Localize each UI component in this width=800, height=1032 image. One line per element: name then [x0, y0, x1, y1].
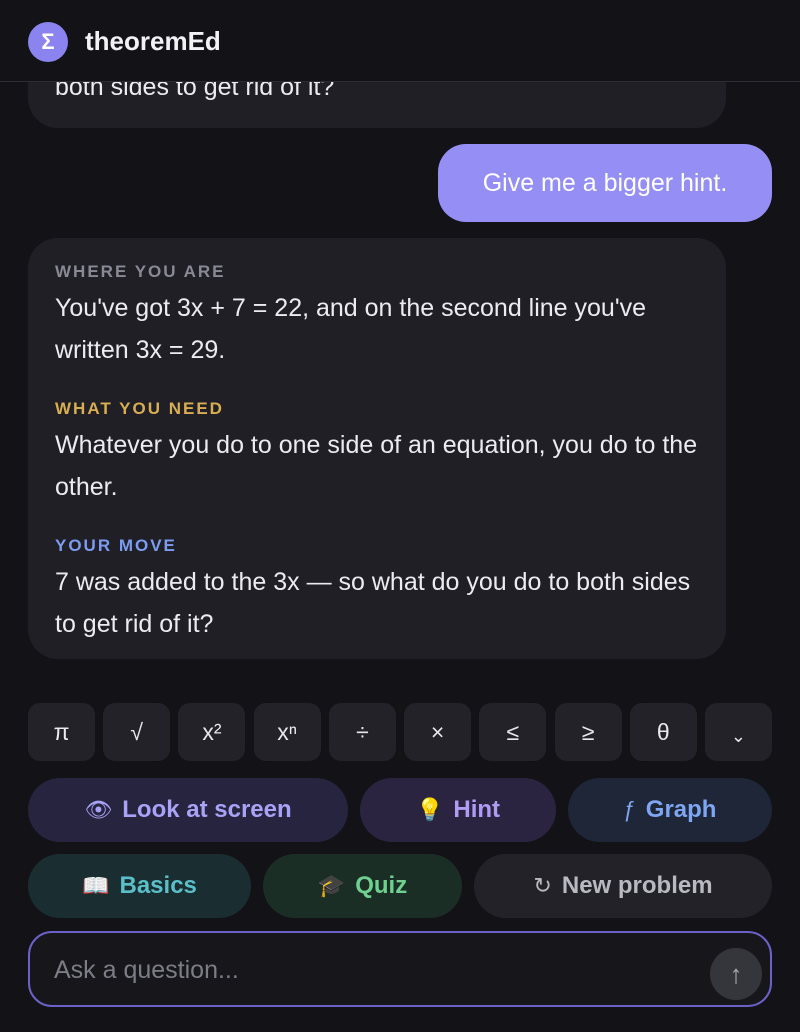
your-move-label: YOUR MOVE [55, 536, 177, 555]
key-power[interactable]: xⁿ [253, 703, 321, 761]
graph-button[interactable]: ƒ Graph [568, 778, 772, 842]
basics-button[interactable]: 📖 Basics [28, 854, 251, 918]
composer: ↑ [28, 931, 772, 1007]
key-pi[interactable]: π [28, 703, 95, 761]
key-theta[interactable]: θ [629, 703, 697, 761]
key-squared[interactable]: x² [178, 703, 246, 761]
graph-label: Graph [645, 796, 717, 823]
send-arrow-icon[interactable]: ↑ [710, 948, 762, 1000]
function-icon: ƒ [623, 797, 636, 822]
look-at-screen-button[interactable]: 👁 Look at screen [28, 778, 348, 842]
key-sqrt[interactable]: √ [103, 703, 171, 761]
new-problem-label: New problem [561, 872, 713, 899]
look-at-screen-label: Look at screen [122, 796, 292, 823]
app-title: theoremEd [85, 26, 221, 56]
hint-label: Hint [453, 796, 501, 823]
what-you-need-text: Whatever you do to one side of an equati… [55, 431, 698, 501]
basics-label: Basics [119, 872, 197, 899]
graduation-cap-icon: 🎓 [317, 873, 346, 898]
ai-hint-message: WHERE YOU ARE You've got 3x + 7 = 22, an… [28, 238, 726, 659]
quiz-button[interactable]: 🎓 Quiz [263, 854, 462, 918]
eye-icon: 👁 [84, 797, 113, 822]
lightbulb-icon: 💡 [415, 797, 444, 822]
hint-button[interactable]: 💡 Hint [360, 778, 556, 842]
where-you-are-label: WHERE YOU ARE [55, 262, 226, 281]
chevron-down-icon[interactable]: ⌄ [704, 703, 772, 761]
math-keyboard: π √ x² xⁿ ÷ × ≤ ≥ θ ⌄ [28, 703, 772, 761]
where-you-are-text: You've got 3x + 7 = 22, and on the secon… [55, 294, 647, 364]
app-header: Σ theoremEd [0, 0, 800, 82]
sigma-logo-icon: Σ [28, 22, 68, 62]
refresh-icon: ↻ [533, 873, 552, 898]
key-less-equal[interactable]: ≤ [479, 703, 547, 761]
key-divide[interactable]: ÷ [328, 703, 396, 761]
key-greater-equal[interactable]: ≥ [554, 703, 622, 761]
book-icon: 📖 [82, 873, 110, 898]
your-move-text: 7 was added to the 3x — so what do you d… [55, 568, 691, 638]
new-problem-button[interactable]: ↻ New problem [474, 854, 772, 918]
user-message: Give me a bigger hint. [438, 144, 772, 222]
key-multiply[interactable]: × [404, 703, 472, 761]
quiz-label: Quiz [355, 872, 408, 899]
question-input[interactable] [54, 951, 694, 989]
what-you-need-label: WHAT YOU NEED [55, 399, 224, 418]
